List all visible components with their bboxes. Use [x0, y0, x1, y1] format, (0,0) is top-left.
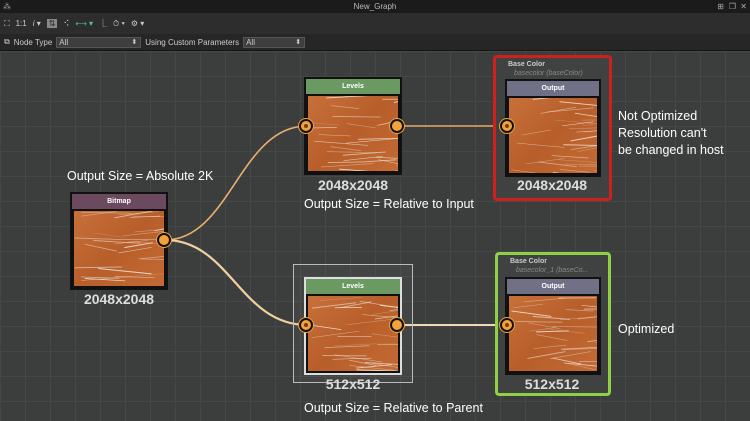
- frame-subtitle: basecolor_1 (baseCo...: [516, 267, 589, 274]
- levels-bottom-input-port[interactable]: [299, 318, 313, 332]
- texture-thumbnail: [74, 211, 164, 286]
- output-node-top[interactable]: Output: [505, 79, 601, 177]
- note-line: be changed in host: [618, 143, 724, 157]
- node-header: Bitmap: [72, 194, 166, 209]
- frame-title: Base Color: [508, 61, 545, 68]
- output-top-resolution: 2048x2048: [516, 177, 588, 193]
- bitmap-resolution: 2048x2048: [83, 291, 155, 307]
- output-bottom-input-port[interactable]: [500, 318, 514, 332]
- node-header: Levels: [306, 79, 400, 94]
- texture-thumbnail: [509, 98, 597, 173]
- output-node-bottom[interactable]: Output: [505, 277, 601, 375]
- texture-thumbnail: [509, 296, 597, 371]
- levels-bottom-resolution: 512x512: [325, 376, 381, 392]
- levels-bottom-output-port[interactable]: [390, 318, 404, 332]
- output-bottom-resolution: 512x512: [524, 376, 580, 392]
- wire-bitmap-levels-bottom: [164, 238, 308, 327]
- bitmap-node[interactable]: Bitmap: [70, 192, 168, 290]
- levels-top-output-port[interactable]: [390, 119, 404, 133]
- node-header: Output: [507, 279, 599, 294]
- node-header: Output: [507, 81, 599, 96]
- texture-thumbnail: [308, 296, 398, 371]
- note-optimized: Optimized: [618, 322, 675, 336]
- texture-thumbnail: [308, 96, 398, 171]
- bitmap-output-port[interactable]: [157, 233, 171, 247]
- levels-top-input-port[interactable]: [299, 119, 313, 133]
- note-absolute: Output Size = Absolute 2K: [67, 169, 214, 183]
- output-top-input-port[interactable]: [500, 119, 514, 133]
- note-relative-parent: Output Size = Relative to Parent: [304, 401, 483, 415]
- note-line: Resolution can't: [618, 126, 707, 140]
- note-relative-input: Output Size = Relative to Input: [304, 197, 474, 211]
- note-line: Not Optimized: [618, 109, 698, 123]
- frame-subtitle: basecolor (baseColor): [514, 70, 583, 77]
- node-header: Levels: [306, 279, 400, 294]
- note-not-optimized: Not Optimized Resolution can't be change…: [618, 108, 724, 159]
- levels-node-bottom[interactable]: Levels: [304, 277, 402, 375]
- frame-title: Base Color: [510, 258, 547, 265]
- levels-node-top[interactable]: Levels: [304, 77, 402, 175]
- levels-top-resolution: 2048x2048: [317, 177, 389, 193]
